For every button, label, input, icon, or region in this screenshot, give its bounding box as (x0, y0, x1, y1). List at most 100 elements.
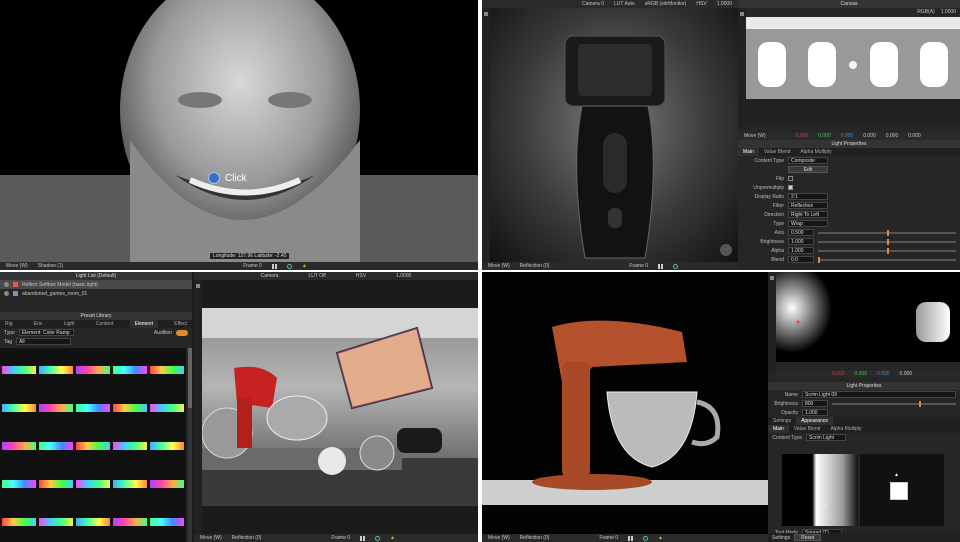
viewport-bottomleft[interactable]: Light List (Default) Reflect Softbox Mod… (0, 272, 478, 542)
scrim-canvas[interactable]: ▲ (860, 454, 944, 526)
blend-field[interactable]: 0.0 (788, 256, 814, 263)
content-type-select[interactable]: Scrim Light (806, 434, 846, 441)
preset-swatch[interactable] (2, 442, 36, 450)
light-list-item[interactable]: Reflect Softbox Model (basic light) (0, 280, 192, 289)
lut-select[interactable]: LUT Off (308, 273, 325, 279)
face-render[interactable]: Click Longitude: 127.96 Latitude: -2.40 (0, 0, 478, 262)
lut-select[interactable]: LUT Auto (614, 1, 635, 7)
record-icon[interactable] (286, 263, 292, 269)
tab-effect[interactable]: Effect (169, 320, 192, 328)
tool-icon[interactable] (770, 276, 774, 280)
tab-env[interactable]: Env (29, 320, 48, 328)
show-select[interactable]: Shadow (1) (38, 263, 64, 269)
record-icon[interactable] (375, 535, 381, 541)
pause-icon[interactable] (628, 535, 634, 541)
preset-swatch[interactable] (113, 404, 147, 412)
tab-element[interactable]: Element (129, 320, 158, 328)
canvas-view[interactable] (746, 17, 960, 125)
preset-swatch[interactable] (150, 404, 184, 412)
mode-select[interactable]: Move (W) (488, 263, 510, 269)
viewport-topleft[interactable]: Click Longitude: 127.96 Latitude: -2.40 … (0, 0, 478, 270)
preset-swatch[interactable] (2, 480, 36, 488)
tab-settings[interactable]: Settings (768, 417, 796, 425)
type-select[interactable]: Wrap (788, 220, 828, 227)
tab-value-blend[interactable]: Value Blend (759, 148, 796, 156)
tab-light[interactable]: Light (59, 320, 80, 328)
name-field[interactable]: Scrim Light 09 (802, 391, 956, 398)
brightness-field[interactable]: 800 (802, 400, 828, 407)
preset-swatch[interactable] (76, 442, 110, 450)
exposure-value[interactable]: 1.0000 (396, 273, 411, 279)
settings-button[interactable]: Settings (772, 535, 790, 541)
mode-select[interactable]: Move (W) (6, 263, 28, 269)
tab-rig[interactable]: Rig (0, 320, 18, 328)
filter-select[interactable]: Reflection (788, 202, 828, 209)
preset-swatch[interactable] (39, 480, 73, 488)
viewport-bottomright[interactable]: Move (W) Reflection (0) Frame 0 ▲ 0.000 … (482, 272, 960, 542)
tab-alpha-multiply[interactable]: Alpha Multiply (795, 148, 836, 156)
light-list-item[interactable]: abandoned_games_room_01 (0, 289, 192, 298)
record-icon[interactable] (673, 263, 679, 269)
falloff-graph[interactable]: → (782, 454, 858, 526)
gizmo-icon[interactable] (720, 244, 732, 256)
tab-appearance[interactable]: Appearance (796, 417, 834, 425)
alpha-slider[interactable] (818, 247, 956, 254)
preset-swatch[interactable] (76, 366, 110, 374)
mode-select[interactable]: Move (W) (744, 133, 766, 139)
brightness-slider[interactable] (832, 400, 956, 407)
show-select[interactable]: Reflection (0) (520, 263, 550, 269)
preset-swatch[interactable] (76, 404, 110, 412)
scrim-preview[interactable]: → ▲ (782, 454, 944, 526)
direction-select[interactable]: Right To Left (788, 211, 828, 218)
hsv-select[interactable]: HSV (696, 1, 706, 7)
flip-checkbox[interactable] (788, 176, 793, 181)
reset-button[interactable]: Reset (794, 534, 822, 541)
tab-main[interactable]: Main (768, 425, 789, 433)
preset-swatch[interactable] (76, 480, 110, 488)
preset-swatch[interactable] (2, 404, 36, 412)
red-mixer-render[interactable] (482, 272, 768, 534)
mode-select[interactable]: Move (W) (200, 535, 222, 541)
scrollbar[interactable] (188, 348, 192, 542)
record-icon[interactable] (643, 535, 649, 541)
tab-content[interactable]: Content (91, 320, 119, 328)
preset-swatch[interactable] (2, 518, 36, 526)
preset-swatch[interactable] (39, 518, 73, 526)
preset-swatch[interactable] (76, 518, 110, 526)
preset-swatch[interactable] (150, 480, 184, 488)
colorspace-select[interactable]: sRGB (sdrMonitor) (645, 1, 687, 7)
blend-slider[interactable] (818, 256, 956, 263)
unpremultiply-checkbox[interactable] (788, 185, 793, 190)
viewport-topright[interactable]: Camera 0 LUT Auto sRGB (sdrMonitor) HSV … (482, 0, 960, 270)
preset-swatch[interactable] (150, 442, 184, 450)
type-select[interactable]: Element: Color Ramp (18, 329, 74, 336)
mode-select[interactable]: Move (W) (488, 535, 510, 541)
content-type-select[interactable]: Composite (788, 157, 828, 164)
preset-swatch[interactable] (113, 442, 147, 450)
brightness-slider[interactable] (818, 238, 956, 245)
preset-swatch[interactable] (39, 442, 73, 450)
eye-icon[interactable] (4, 282, 9, 287)
canvas-mode[interactable]: RGB(A) (917, 9, 935, 15)
preset-swatch[interactable] (39, 404, 73, 412)
preset-swatch[interactable] (113, 366, 147, 374)
preset-swatch[interactable] (2, 366, 36, 374)
pause-icon[interactable] (360, 535, 366, 541)
preset-swatch[interactable] (150, 518, 184, 526)
canvas-view[interactable] (776, 272, 960, 362)
tab-main[interactable]: Main (738, 148, 759, 156)
mixer-scene-render[interactable] (202, 308, 478, 506)
tool-icon[interactable] (740, 12, 744, 16)
hsv-select[interactable]: HSV (356, 273, 366, 279)
preset-swatch[interactable] (39, 366, 73, 374)
preset-swatch[interactable] (113, 518, 147, 526)
tab-value-blend[interactable]: Value Blend (789, 425, 826, 433)
canvas-value[interactable]: 1.0000 (941, 9, 956, 15)
axis-field[interactable]: 0.500 (788, 229, 814, 236)
opacity-field[interactable]: 1.000 (802, 409, 828, 416)
camera-select[interactable]: Camera 0 (582, 1, 604, 7)
brightness-field[interactable]: 1.000 (788, 238, 814, 245)
eye-icon[interactable] (4, 291, 9, 296)
show-select[interactable]: Reflection (0) (232, 535, 262, 541)
tool-icon[interactable] (196, 284, 200, 288)
